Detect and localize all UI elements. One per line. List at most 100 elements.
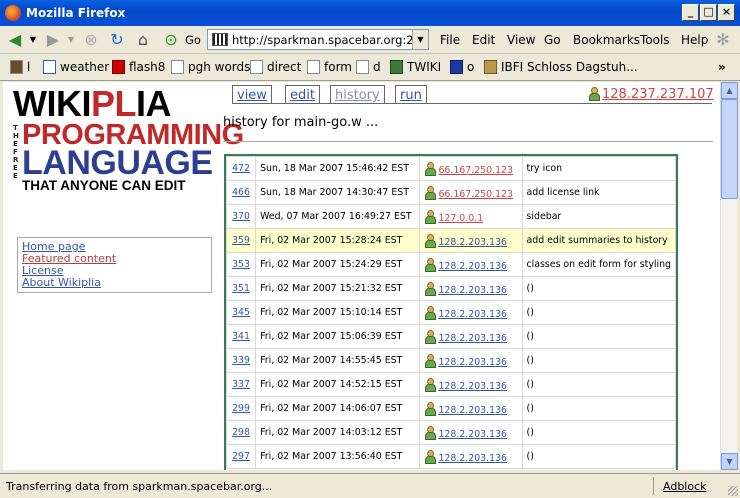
bookmarks-overflow-chevron-icon[interactable]: » [718, 60, 726, 74]
stop-icon[interactable]: ⊗ [80, 29, 102, 51]
firefox-icon [5, 5, 21, 21]
menu-tools[interactable]: Tools [640, 33, 670, 47]
menu-help[interactable]: Help [681, 33, 708, 47]
user-ip-link[interactable]: 128.237.237.107 [602, 87, 714, 102]
author-ip-link[interactable]: 128.2.203.136 [438, 405, 507, 416]
go-icon[interactable]: ⊙ [160, 29, 182, 51]
revision-link[interactable]: 353 [232, 259, 250, 270]
vertical-scrollbar[interactable]: ▲ ▼ [720, 82, 738, 470]
author-ip-link[interactable]: 128.2.203.136 [438, 429, 507, 440]
summary-cell: () [521, 276, 676, 301]
url-dropdown-icon[interactable]: ▼ [412, 30, 428, 49]
menu-file[interactable]: File [440, 33, 460, 47]
back-dropdown-icon[interactable]: ▼ [28, 29, 38, 51]
back-icon[interactable]: ◀ [4, 29, 26, 51]
tab-view[interactable]: view [232, 85, 272, 104]
date-cell: Fri, 02 Mar 2007 15:06:39 EST [255, 324, 421, 349]
o-favicon-icon [450, 60, 463, 74]
author-ip-link[interactable]: 66.167.250.123 [438, 189, 513, 200]
sidebar-nav: Home page Featured content License About… [17, 237, 212, 293]
user-icon [424, 377, 437, 392]
date-cell: Wed, 07 Mar 2007 16:49:27 EST [255, 204, 421, 229]
bookmark-item[interactable]: flash8 [112, 60, 165, 74]
author-cell: 128.2.203.136 [419, 372, 523, 397]
adblock-button[interactable]: Adblock [663, 480, 707, 493]
user-icon [424, 401, 437, 416]
revision-link[interactable]: 298 [232, 427, 250, 438]
bookmark-item[interactable]: form [307, 60, 352, 74]
close-button[interactable]: × [718, 4, 735, 21]
author-ip-link[interactable]: 128.2.203.136 [438, 261, 507, 272]
author-ip-link[interactable]: 66.167.250.123 [438, 165, 513, 176]
menu-bookmarks[interactable]: Bookmarks [573, 33, 640, 47]
author-ip-link[interactable]: 128.2.203.136 [438, 381, 507, 392]
revision-link[interactable]: 359 [232, 235, 250, 246]
menu-view[interactable]: View [507, 33, 535, 47]
bookmark-item[interactable]: pgh words [171, 60, 250, 74]
revision-link[interactable]: 351 [232, 283, 250, 294]
revision-link[interactable]: 370 [232, 211, 250, 222]
forward-dropdown-icon[interactable]: ▼ [66, 29, 76, 51]
user-icon [424, 161, 437, 176]
author-ip-link[interactable]: 128.2.203.136 [438, 309, 507, 320]
bookmark-item[interactable]: direct [250, 60, 301, 74]
scroll-thumb[interactable] [721, 99, 738, 199]
menu-go[interactable]: Go [544, 33, 561, 47]
page-icon [250, 60, 263, 74]
bookmark-item[interactable]: weather [43, 60, 109, 74]
author-ip-link[interactable]: 127.0.0.1 [438, 213, 483, 224]
reload-icon[interactable]: ↻ [106, 29, 128, 51]
revision-link[interactable]: 345 [232, 307, 250, 318]
summary-cell: () [521, 420, 676, 445]
user-icon [424, 329, 437, 344]
bookmark-favicon-icon [10, 60, 23, 74]
current-user[interactable]: 128.237.237.107 [588, 87, 714, 102]
author-ip-link[interactable]: 128.2.203.136 [438, 285, 507, 296]
bookmark-item[interactable]: l [10, 60, 30, 74]
revision-link[interactable]: 339 [232, 355, 250, 366]
date-cell: Fri, 02 Mar 2007 15:28:24 EST [255, 228, 421, 253]
author-ip-link[interactable]: 128.2.203.136 [438, 333, 507, 344]
revision-link[interactable]: 299 [232, 403, 250, 414]
url-bar[interactable]: ▼ [207, 29, 429, 50]
revision-link[interactable]: 297 [232, 451, 250, 462]
bookmark-item[interactable]: TWIKI [390, 60, 441, 74]
revision-link[interactable]: 337 [232, 379, 250, 390]
scroll-up-icon[interactable]: ▲ [721, 82, 738, 99]
url-input[interactable] [232, 31, 412, 48]
scroll-down-icon[interactable]: ▼ [721, 453, 738, 470]
bookmark-item[interactable]: IBFI Schloss Dagstuh... [484, 60, 638, 74]
history-row: 341 Fri, 02 Mar 2007 15:06:39 EST 128.2.20… [226, 324, 676, 349]
author-cell: 128.2.203.136 [419, 348, 523, 373]
history-row: 297 Fri, 02 Mar 2007 13:56:40 EST 128.2.20… [226, 444, 676, 469]
forward-icon[interactable]: ▶ [42, 29, 64, 51]
maximize-button[interactable]: □ [700, 4, 717, 21]
history-table: 472 Sun, 18 Mar 2007 15:46:42 EST 66.167.2… [226, 156, 676, 469]
bookmark-item[interactable]: d [356, 60, 381, 74]
revision-link[interactable]: 472 [232, 163, 250, 174]
summary-cell: classes on edit form for styling [521, 252, 676, 277]
author-ip-link[interactable]: 128.2.203.136 [438, 237, 507, 248]
go-label[interactable]: Go [182, 29, 204, 51]
menu-edit[interactable]: Edit [472, 33, 495, 47]
sidebar-link-about[interactable]: About Wikiplia [22, 277, 207, 289]
tab-edit[interactable]: edit [285, 85, 320, 104]
history-row: 370 Wed, 07 Mar 2007 16:49:27 EST 127.0.0.… [226, 204, 676, 229]
author-ip-link[interactable]: 128.2.203.136 [438, 453, 507, 464]
wikiplia-logo[interactable]: WIKIPLIA T H E F R E E PROGRAMMING LANGU… [13, 86, 244, 194]
bookmark-item[interactable]: o [450, 60, 474, 74]
author-ip-link[interactable]: 128.2.203.136 [438, 357, 507, 368]
resize-grip-icon[interactable] [728, 486, 738, 496]
revision-link[interactable]: 466 [232, 187, 250, 198]
minimize-button[interactable]: _ [682, 4, 699, 21]
history-row: 337 Fri, 02 Mar 2007 14:52:15 EST 128.2.20… [226, 372, 676, 397]
author-cell: 128.2.203.136 [419, 228, 523, 253]
revision-link[interactable]: 341 [232, 331, 250, 342]
home-icon[interactable]: ⌂ [132, 29, 154, 51]
author-cell: 128.2.203.136 [419, 444, 523, 469]
tab-run[interactable]: run [395, 85, 427, 104]
tab-history[interactable]: history [330, 85, 385, 104]
history-row: 351 Fri, 02 Mar 2007 15:21:32 EST 128.2.20… [226, 276, 676, 301]
date-cell: Sun, 18 Mar 2007 14:30:47 EST [255, 180, 421, 205]
page-icon [356, 60, 369, 74]
